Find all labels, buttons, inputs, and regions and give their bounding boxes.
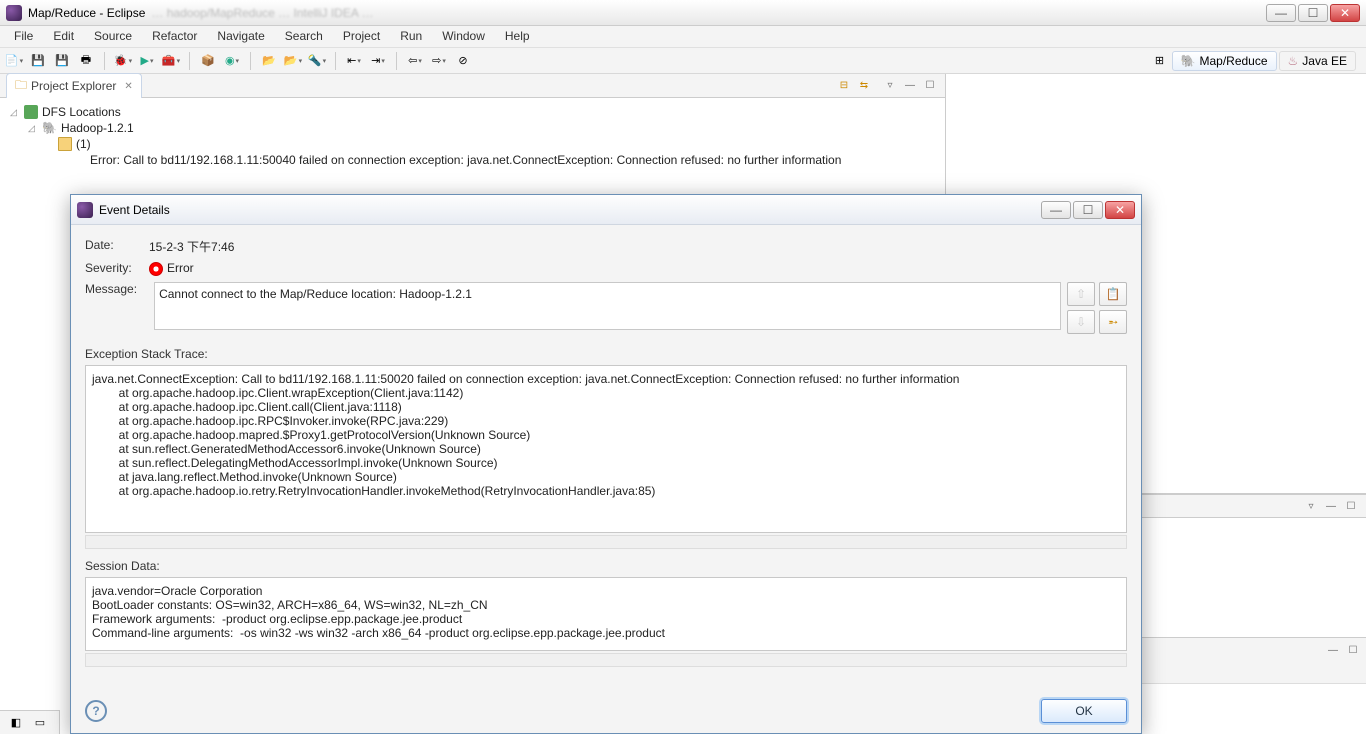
dialog-titlebar[interactable]: Event Details — ☐ ✕ xyxy=(71,195,1141,225)
minimize-view-button[interactable]: — xyxy=(1324,641,1342,659)
session-label: Session Data: xyxy=(85,559,1127,573)
message-label: Message: xyxy=(85,282,148,296)
menu-project[interactable]: Project xyxy=(333,26,390,47)
stack-trace-text[interactable] xyxy=(85,365,1127,533)
print-button[interactable]: 🖶 xyxy=(76,51,96,71)
stop-button[interactable]: ⊘ xyxy=(453,51,473,71)
menu-navigate[interactable]: Navigate xyxy=(207,26,274,47)
menu-edit[interactable]: Edit xyxy=(43,26,84,47)
help-button[interactable]: ? xyxy=(85,700,107,722)
open-type-button[interactable]: 📂▾ xyxy=(283,51,303,71)
date-value: 15-2-3 下午7:46 xyxy=(149,238,234,255)
minimize-view-button[interactable]: — xyxy=(901,77,919,95)
maximize-view-button[interactable]: ☐ xyxy=(1342,497,1360,515)
nav-next-button[interactable]: ⇥▾ xyxy=(368,51,388,71)
next-event-button[interactable]: ⇩ xyxy=(1067,310,1095,334)
dialog-minimize-button[interactable]: — xyxy=(1041,201,1071,219)
perspective-mapreduce[interactable]: 🐘 Map/Reduce xyxy=(1172,51,1277,71)
forward-button[interactable]: ⇨▾ xyxy=(429,51,449,71)
severity-value: Error xyxy=(149,261,194,276)
twisty-icon[interactable]: ◿ xyxy=(28,123,38,134)
view-menu-button[interactable]: ▿ xyxy=(1302,497,1320,515)
dialog-close-button[interactable]: ✕ xyxy=(1105,201,1135,219)
dialog-maximize-button[interactable]: ☐ xyxy=(1073,201,1103,219)
date-label: Date: xyxy=(85,238,149,252)
session-data-text[interactable] xyxy=(85,577,1127,651)
window-close-button[interactable]: ✕ xyxy=(1330,4,1360,22)
twisty-icon[interactable]: ◿ xyxy=(10,107,20,118)
menu-help[interactable]: Help xyxy=(495,26,540,47)
run-button[interactable]: ▶▾ xyxy=(137,51,157,71)
menu-refactor[interactable]: Refactor xyxy=(142,26,207,47)
message-text[interactable] xyxy=(154,282,1061,330)
minimize-view-button[interactable]: — xyxy=(1322,497,1340,515)
menu-search[interactable]: Search xyxy=(275,26,333,47)
window-path-blur: … hadoop/MapReduce … IntelliJ IDEA … xyxy=(151,6,373,20)
link-editor-button[interactable]: ⇆ xyxy=(855,77,873,95)
tree-node-folder[interactable]: (1) xyxy=(10,136,935,152)
event-details-dialog: Event Details — ☐ ✕ Date: 15-2-3 下午7:46 … xyxy=(70,194,1142,734)
menu-source[interactable]: Source xyxy=(84,26,142,47)
eclipse-icon xyxy=(77,202,93,218)
maximize-view-button[interactable]: ☐ xyxy=(921,77,939,95)
tree-node-dfs[interactable]: ◿ DFS Locations xyxy=(10,104,935,120)
save-all-button[interactable]: 💾 xyxy=(52,51,72,71)
window-title: Map/Reduce - Eclipse xyxy=(28,6,145,20)
trim-item[interactable]: ◧ xyxy=(6,713,26,733)
menu-run[interactable]: Run xyxy=(390,26,432,47)
severity-label: Severity: xyxy=(85,261,149,275)
open-perspective-button[interactable]: ⊞ xyxy=(1150,51,1170,71)
search-button[interactable]: 🔦▾ xyxy=(307,51,327,71)
back-button[interactable]: ⇦▾ xyxy=(405,51,425,71)
debug-button[interactable]: 🐞▾ xyxy=(113,51,133,71)
dfs-icon xyxy=(24,105,38,119)
folder-icon xyxy=(58,137,72,151)
ok-button[interactable]: OK xyxy=(1041,699,1127,723)
eclipse-icon xyxy=(6,5,22,21)
window-maximize-button[interactable]: ☐ xyxy=(1298,4,1328,22)
project-explorer-tab[interactable]: 🗀 Project Explorer ✕ xyxy=(6,73,142,99)
show-filter-button[interactable]: ➵ xyxy=(1099,310,1127,334)
trim-bar: ◧ ▭ xyxy=(0,710,60,734)
project-explorer-tabbar: 🗀 Project Explorer ✕ ⊟ ⇆ ▿ — ☐ xyxy=(0,74,945,98)
elephant-icon: 🐘 xyxy=(1181,54,1196,68)
copy-button[interactable]: 📋 xyxy=(1099,282,1127,306)
window-titlebar: Map/Reduce - Eclipse … hadoop/MapReduce … xyxy=(0,0,1366,26)
project-explorer-icon: 🗀 xyxy=(15,76,27,97)
new-type-button[interactable]: ◉▾ xyxy=(222,51,242,71)
nav-prev-button[interactable]: ⇤▾ xyxy=(344,51,364,71)
tree-node-hadoop[interactable]: ◿ 🐘 Hadoop-1.2.1 xyxy=(10,120,935,136)
close-icon[interactable]: ✕ xyxy=(124,81,132,92)
horizontal-scrollbar[interactable] xyxy=(85,653,1127,667)
open-folder-button[interactable]: 📂 xyxy=(259,51,279,71)
javaee-icon: ♨ xyxy=(1288,54,1299,68)
horizontal-scrollbar[interactable] xyxy=(85,535,1127,549)
menu-bar: File Edit Source Refactor Navigate Searc… xyxy=(0,26,1366,48)
error-icon xyxy=(149,262,163,276)
trim-item[interactable]: ▭ xyxy=(30,713,50,733)
window-minimize-button[interactable]: — xyxy=(1266,4,1296,22)
main-toolbar: 📄▾ 💾 💾 🖶 🐞▾ ▶▾ 🧰▾ 📦 ◉▾ 📂 📂▾ 🔦▾ ⇤▾ ⇥▾ ⇦▾ … xyxy=(0,48,1366,74)
collapse-all-button[interactable]: ⊟ xyxy=(835,77,853,95)
menu-file[interactable]: File xyxy=(4,26,43,47)
external-tools-button[interactable]: 🧰▾ xyxy=(161,51,181,71)
save-button[interactable]: 💾 xyxy=(28,51,48,71)
maximize-view-button[interactable]: ☐ xyxy=(1344,641,1362,659)
stack-label: Exception Stack Trace: xyxy=(85,347,1127,361)
perspective-javaee[interactable]: ♨ Java EE xyxy=(1279,51,1356,71)
new-package-button[interactable]: 📦 xyxy=(198,51,218,71)
tree-error-text: Error: Call to bd11/192.168.1.11:50040 f… xyxy=(10,152,935,168)
elephant-icon: 🐘 xyxy=(42,121,57,135)
view-menu-button[interactable]: ▿ xyxy=(881,77,899,95)
prev-event-button[interactable]: ⇧ xyxy=(1067,282,1095,306)
new-button[interactable]: 📄▾ xyxy=(4,51,24,71)
menu-window[interactable]: Window xyxy=(432,26,495,47)
dialog-title: Event Details xyxy=(99,203,170,217)
